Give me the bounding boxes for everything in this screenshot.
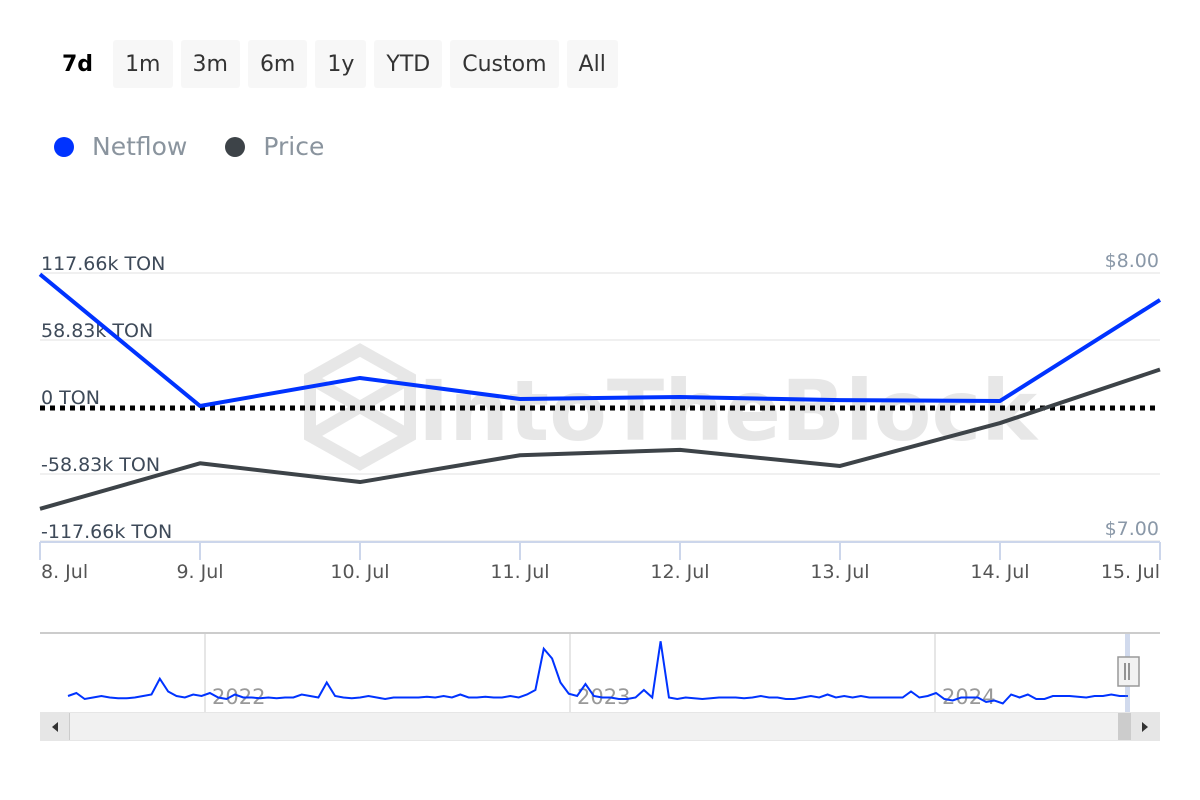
range-button-3m[interactable]: 3m	[180, 40, 240, 88]
navigator-handle-box	[1117, 656, 1140, 687]
y-left-tick-label: 117.66k TON	[41, 253, 165, 275]
y-right-tick-label: $7.00	[1105, 518, 1159, 540]
navigator-selected-range	[1125, 634, 1130, 712]
x-tick-label: 8. Jul	[41, 561, 88, 583]
legend-label-netflow: Netflow	[92, 132, 188, 161]
netflow-line	[38, 272, 1162, 408]
legend-item-price[interactable]: Price	[225, 132, 324, 161]
netflow-price-chart: IntoTheBlock 117.66k TON 58.83k TON 0 TON -…	[38, 250, 1162, 712]
chart-legend: Netflow Price	[54, 132, 324, 161]
arrow-left-icon	[52, 721, 58, 732]
range-selector: 7d 1m 3m 6m 1y YTD Custom All	[50, 40, 618, 88]
scroll-right-button[interactable]	[1130, 713, 1159, 740]
x-tick-label: 11. Jul	[490, 561, 549, 583]
x-tick-label: 13. Jul	[810, 561, 869, 583]
scrollbar[interactable]	[40, 712, 1160, 741]
navigator-handle[interactable]	[1117, 656, 1140, 687]
x-tick-label: 14. Jul	[970, 561, 1029, 583]
y-right-tick-label: $8.00	[1105, 250, 1159, 272]
price-line	[39, 367, 1161, 511]
range-button-7d[interactable]: 7d	[50, 40, 105, 88]
legend-item-netflow[interactable]: Netflow	[54, 132, 187, 161]
range-button-custom[interactable]: Custom	[450, 40, 559, 88]
watermark-logo-icon	[304, 343, 416, 471]
x-tick-label: 10. Jul	[330, 561, 389, 583]
x-tick-label: 15. Jul	[1101, 561, 1160, 583]
netflow-legend-dot-icon	[54, 136, 74, 157]
range-button-1y[interactable]: 1y	[315, 40, 367, 88]
navigator-year-label: 2024	[942, 685, 995, 709]
y-left-tick-label: 58.83k TON	[41, 320, 153, 342]
arrow-right-icon	[1142, 721, 1148, 732]
price-legend-dot-icon	[225, 136, 246, 157]
y-left-tick-label: 0 TON	[41, 387, 100, 409]
range-button-6m[interactable]: 6m	[247, 40, 308, 88]
navigator-year-label: 2023	[577, 685, 630, 709]
range-button-all[interactable]: All	[566, 40, 618, 88]
y-left-tick-label: -58.83k TON	[41, 454, 160, 476]
navigator-year-label: 2022	[212, 685, 265, 709]
y-left-tick-label: -117.66k TON	[41, 521, 172, 543]
watermark: IntoTheBlock	[304, 343, 1039, 471]
scroll-left-button[interactable]	[41, 713, 70, 740]
range-button-ytd[interactable]: YTD	[374, 40, 443, 88]
x-tick-label: 12. Jul	[650, 561, 709, 583]
x-tick-label: 9. Jul	[176, 561, 223, 583]
navigator-netflow-line	[67, 641, 1128, 705]
legend-label-price: Price	[263, 132, 325, 161]
range-button-1m[interactable]: 1m	[113, 40, 173, 88]
watermark-text: IntoTheBlock	[418, 362, 1039, 460]
